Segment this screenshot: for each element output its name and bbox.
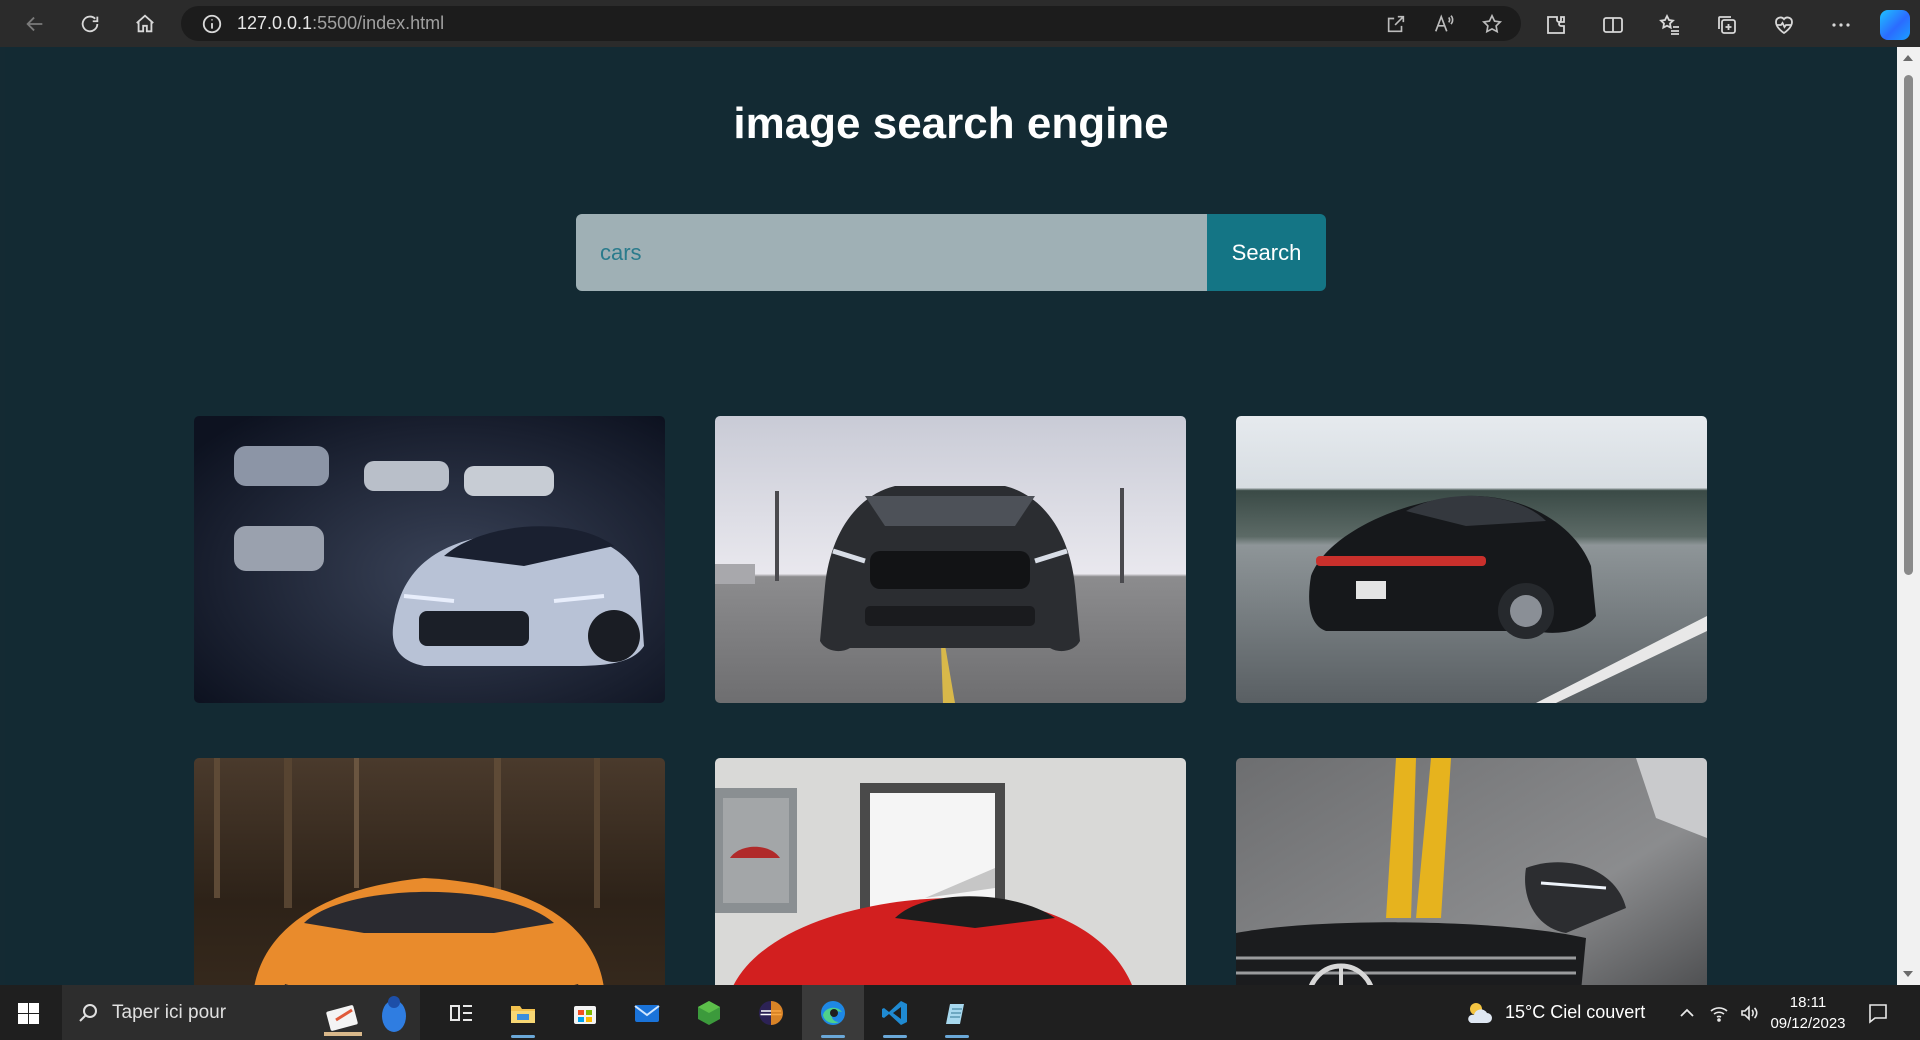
search-icon [79,1003,97,1022]
search-input[interactable] [576,214,1207,291]
vscode-icon[interactable] [864,985,926,1040]
nodejs-icon[interactable] [678,985,740,1040]
system-tray: 15°C Ciel couvert [1463,985,1759,1040]
collections-icon[interactable] [1715,13,1739,37]
favorite-star-icon[interactable] [1481,13,1503,35]
refresh-icon[interactable] [71,5,109,43]
favorites-list-icon[interactable] [1658,13,1682,37]
edge-browser-icon[interactable] [802,985,864,1040]
mail-icon[interactable] [616,985,678,1040]
info-icon[interactable] [201,13,223,35]
windows-taskbar: Taper ici pour 15°C Ciel couvert 18:11 0… [0,985,1920,1040]
image-results-grid [194,416,1707,985]
windows-start-icon[interactable] [18,1003,39,1024]
file-explorer-icon[interactable] [492,985,554,1040]
browser-essentials-icon[interactable] [1772,13,1796,37]
more-options-icon[interactable] [1829,13,1853,37]
copilot-icon[interactable] [1880,10,1910,40]
image-mercedes[interactable] [1236,758,1707,985]
image-lamborghini[interactable] [194,758,665,985]
address-bar[interactable]: 127.0.0.1:5500/index.html [181,6,1521,41]
page-scrollbar[interactable] [1897,47,1920,985]
url-text: 127.0.0.1:5500/index.html [237,13,444,34]
page-viewport: image search engine Search [5,47,1897,985]
page-title: image search engine [733,99,1169,148]
image-ferrari[interactable] [715,758,1186,985]
image-camaro[interactable] [194,416,665,703]
notifications-icon[interactable] [1866,1001,1890,1025]
microsoft-store-icon[interactable] [554,985,616,1040]
image-mustang[interactable] [715,416,1186,703]
wifi-icon[interactable] [1709,1003,1729,1023]
scroll-up-icon[interactable] [1903,55,1913,61]
read-aloud-icon[interactable] [1433,13,1455,35]
weather-text[interactable]: 15°C Ciel couvert [1505,1002,1645,1023]
taskbar-clock[interactable]: 18:11 09/12/2023 [1768,992,1848,1034]
clock-date: 09/12/2023 [1770,1015,1846,1032]
open-in-app-icon[interactable] [1385,13,1407,35]
clock-time: 18:11 [1789,994,1827,1011]
search-form: Search [576,214,1326,291]
scroll-down-icon[interactable] [1903,971,1913,977]
search-button[interactable]: Search [1207,214,1326,291]
search-highlight-illustration-icon [324,996,406,1036]
image-porsche[interactable] [1236,416,1707,703]
volume-icon[interactable] [1739,1003,1759,1023]
eclipse-icon[interactable] [740,985,802,1040]
split-screen-icon[interactable] [1601,13,1625,37]
taskbar-search-placeholder: Taper ici pour [112,1001,227,1023]
home-icon[interactable] [126,5,164,43]
extensions-icon[interactable] [1544,13,1568,37]
scrollbar-thumb[interactable] [1904,75,1913,575]
url-host: 127.0.0.1 [237,13,313,33]
notepad-app-icon[interactable] [926,985,988,1040]
weather-cloudy-icon[interactable] [1463,997,1495,1029]
url-path: :5500/index.html [312,13,445,33]
task-view-icon[interactable] [430,985,492,1040]
show-hidden-icons-icon[interactable] [1677,1003,1697,1023]
browser-toolbar: 127.0.0.1:5500/index.html [0,0,1920,47]
back-icon[interactable] [16,5,54,43]
